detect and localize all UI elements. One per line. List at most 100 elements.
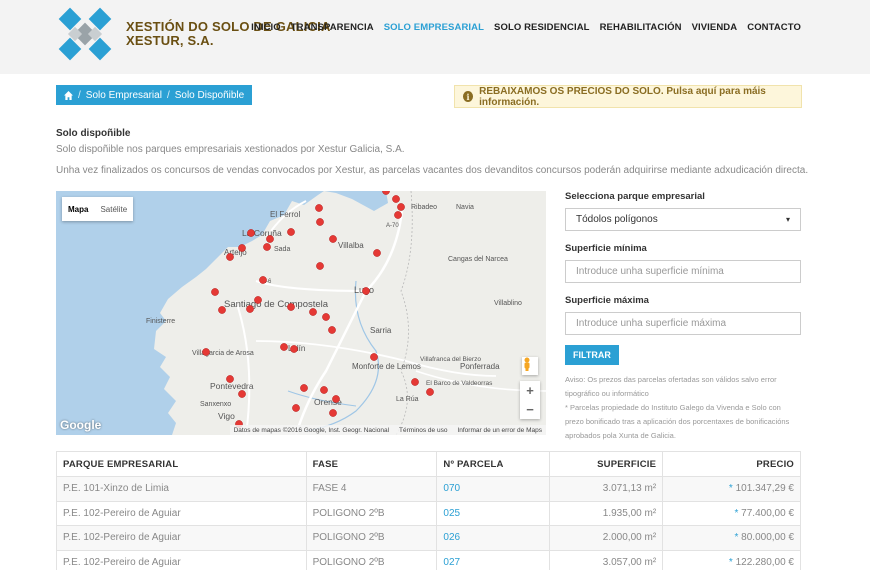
map-label: Sada (274, 246, 290, 253)
map-marker[interactable] (373, 249, 381, 257)
home-icon[interactable] (64, 90, 73, 100)
table-row[interactable]: P.E. 102-Pereiro de Aguiar POLIGONO 2ºB … (56, 500, 801, 526)
nav-transparencia[interactable]: TRANSPARENCIA (291, 22, 374, 33)
map-marker[interactable] (370, 353, 378, 361)
map-type-satellite[interactable]: Satélite (94, 197, 133, 221)
breadcrumb-separator: / (78, 89, 81, 101)
map-canvas[interactable]: El Ferrol La Coruña Arteijo Sada Villalb… (56, 191, 546, 435)
cell-parcel-link[interactable]: 070 (436, 476, 551, 502)
intro-text-2: Unha vez finalizados os concursos de ven… (56, 165, 809, 176)
map-marker[interactable] (238, 390, 246, 398)
map-marker[interactable] (329, 235, 337, 243)
cell-parcel-link[interactable]: 027 (436, 549, 551, 570)
brand-line2: XESTUR, S.A. (126, 33, 214, 48)
map-marker[interactable] (246, 305, 254, 313)
col-header-phase[interactable]: FASE (305, 451, 438, 477)
table-row[interactable]: P.E. 102-Pereiro de Aguiar POLIGONO 2ºB … (56, 525, 801, 551)
cell-price: * 101.347,29 € (662, 476, 801, 502)
nav-rehabilitacion[interactable]: REHABILITACIÓN (600, 22, 682, 33)
map-marker[interactable] (266, 235, 274, 243)
map-marker[interactable] (394, 211, 402, 219)
map-marker[interactable] (426, 388, 434, 396)
map-marker[interactable] (259, 276, 267, 284)
table-row[interactable]: P.E. 101-Xinzo de Limia FASE 4 070 3.071… (56, 476, 801, 502)
map-marker[interactable] (254, 296, 262, 304)
main-nav: INICIO TRANSPARENCIA SOLO EMPRESARIAL SO… (251, 22, 801, 33)
map-marker[interactable] (247, 229, 255, 237)
min-area-input[interactable]: Introduce unha superficie mínima (565, 260, 801, 283)
map-marker[interactable] (290, 345, 298, 353)
nav-inicio[interactable]: INICIO (251, 22, 281, 33)
breadcrumb-solo-empresarial[interactable]: Solo Empresarial (86, 90, 162, 101)
map-label: Vigo (218, 411, 235, 421)
breadcrumb-separator: / (166, 89, 170, 101)
map-marker[interactable] (329, 409, 337, 417)
map-marker[interactable] (202, 348, 210, 356)
map-marker[interactable] (263, 243, 271, 251)
map-marker[interactable] (320, 386, 328, 394)
nav-solo-empresarial[interactable]: SOLO EMPRESARIAL (384, 22, 484, 33)
pegman-icon[interactable] (522, 357, 538, 375)
cell-park: P.E. 102-Pereiro de Aguiar (56, 549, 307, 570)
map-marker[interactable] (292, 404, 300, 412)
map-marker[interactable] (287, 303, 295, 311)
map-marker[interactable] (397, 203, 405, 211)
map-type-map[interactable]: Mapa (62, 197, 94, 221)
cell-phase: FASE 4 (305, 476, 438, 502)
col-header-area[interactable]: SUPERFICIE (549, 451, 664, 477)
cell-phase: POLIGONO 2ºB (305, 500, 438, 526)
map-marker[interactable] (211, 288, 219, 296)
map-label: El Barco de Valdeorras (426, 380, 493, 387)
max-area-input[interactable]: Introduce unha superficie máxima (565, 312, 801, 335)
bonus-star: * (728, 556, 733, 568)
xestur-logo[interactable] (58, 7, 112, 61)
cell-parcel-link[interactable]: 026 (436, 525, 551, 551)
map-label: La Rúa (396, 396, 419, 403)
cell-parcel-link[interactable]: 025 (436, 500, 551, 526)
col-header-parcel[interactable]: Nº PARCELA (436, 451, 551, 477)
zoom-out-button[interactable]: − (520, 400, 540, 419)
map-marker[interactable] (300, 384, 308, 392)
bonus-star: * (734, 532, 739, 544)
nav-vivienda[interactable]: VIVIENDA (692, 22, 738, 33)
filter-panel: Selecciona parque empresarial Tódolos po… (565, 191, 801, 443)
price-alert-banner[interactable]: i REBAIXAMOS OS PRECIOS DO SOLO. Pulsa a… (454, 85, 802, 108)
map-marker[interactable] (218, 306, 226, 314)
map-marker[interactable] (287, 228, 295, 236)
map-land (154, 191, 546, 435)
map-report-link[interactable]: Informar de un error de Maps (457, 427, 542, 434)
map-marker[interactable] (226, 253, 234, 261)
cell-price: * 77.400,00 € (662, 500, 801, 526)
cell-park: P.E. 101-Xinzo de Limia (56, 476, 307, 502)
price-value: 80.000,00 € (741, 532, 794, 544)
park-select[interactable]: Tódolos polígonos ▾ (565, 208, 801, 231)
map-marker[interactable] (238, 244, 246, 252)
map-marker[interactable] (309, 308, 317, 316)
zoom-in-button[interactable]: + (520, 381, 540, 400)
map-label: A-70 (386, 223, 399, 229)
nav-contacto[interactable]: CONTACTO (747, 22, 801, 33)
parks-map[interactable]: El Ferrol La Coruña Arteijo Sada Villalb… (56, 191, 546, 435)
park-select-label: Selecciona parque empresarial (565, 191, 705, 202)
map-marker[interactable] (316, 218, 324, 226)
nav-solo-residencial[interactable]: SOLO RESIDENCIAL (494, 22, 590, 33)
map-marker[interactable] (328, 326, 336, 334)
map-label: Ribadeo (411, 204, 437, 211)
map-marker[interactable] (226, 375, 234, 383)
map-marker[interactable] (411, 378, 419, 386)
col-header-park[interactable]: PARQUE EMPRESARIAL (56, 451, 307, 477)
map-marker[interactable] (280, 343, 288, 351)
map-marker[interactable] (315, 204, 323, 212)
zoom-control: + − (520, 381, 540, 419)
map-marker[interactable] (392, 195, 400, 203)
page-title: Solo dispoñible (56, 128, 131, 139)
map-terms-link[interactable]: Términos de uso (399, 427, 447, 434)
map-marker[interactable] (322, 313, 330, 321)
filter-button[interactable]: FILTRAR (565, 345, 619, 365)
map-marker[interactable] (362, 287, 370, 295)
map-marker[interactable] (316, 262, 324, 270)
cell-area: 3.071,13 m² (549, 476, 664, 502)
table-row[interactable]: P.E. 102-Pereiro de Aguiar POLIGONO 2ºB … (56, 549, 801, 570)
map-marker[interactable] (332, 395, 340, 403)
col-header-price[interactable]: PRECIO (662, 451, 801, 477)
